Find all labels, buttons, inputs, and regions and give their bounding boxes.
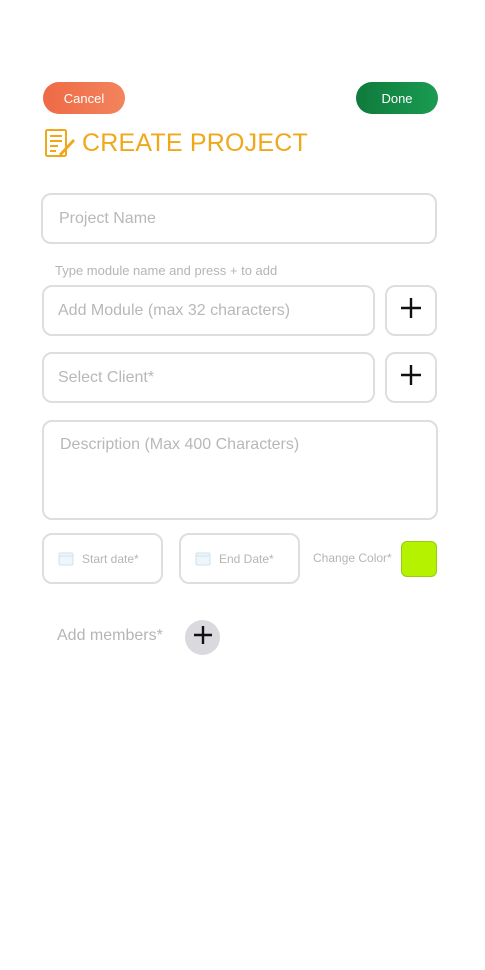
description-input[interactable]: [42, 420, 438, 520]
start-date-picker[interactable]: Start date*: [42, 533, 163, 584]
add-members-label: Add members*: [57, 627, 163, 644]
calendar-icon: [195, 551, 211, 566]
plus-icon: [400, 297, 422, 324]
cancel-button[interactable]: Cancel: [43, 82, 125, 114]
start-date-label: Start date*: [82, 551, 139, 566]
calendar-icon: [58, 551, 74, 566]
end-date-picker[interactable]: End Date*: [179, 533, 300, 584]
plus-icon: [400, 364, 422, 391]
end-date-label: End Date*: [219, 551, 274, 566]
plus-icon: [193, 625, 213, 650]
change-color-label: Change Color*: [313, 551, 392, 565]
done-button[interactable]: Done: [356, 82, 438, 114]
page-title: CREATE PROJECT: [82, 128, 308, 157]
client-select[interactable]: [42, 352, 375, 403]
document-edit-icon: [44, 127, 76, 159]
color-swatch[interactable]: [401, 541, 437, 577]
page-header: CREATE PROJECT: [44, 126, 308, 160]
add-module-button[interactable]: [385, 285, 437, 336]
add-client-button[interactable]: [385, 352, 437, 403]
project-name-input[interactable]: [41, 193, 437, 244]
add-members-button[interactable]: [185, 620, 220, 655]
module-input[interactable]: [42, 285, 375, 336]
module-hint: Type module name and press + to add: [55, 263, 278, 278]
